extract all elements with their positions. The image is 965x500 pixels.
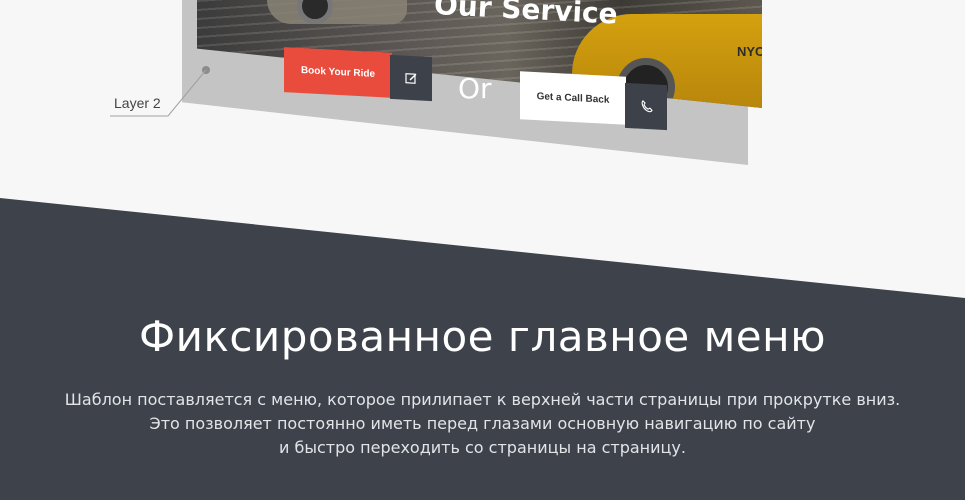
phone-icon[interactable] — [625, 82, 667, 131]
section-description: Шаблон поставляется с меню, которое прил… — [0, 388, 965, 460]
edit-icon[interactable] — [390, 54, 432, 102]
hero-title: Our Service — [433, 0, 619, 31]
layer-marker-dot — [202, 66, 210, 74]
layered-mockup: NYC Our Service Book Your Ride Or Get a … — [182, 0, 762, 165]
taxi-plate-text: NYC — [737, 44, 765, 59]
car-image — [267, 0, 407, 24]
description-line: Это позволяет постоянно иметь перед глаз… — [149, 414, 816, 433]
section-title: Фиксированное главное меню — [139, 312, 826, 361]
book-ride-button[interactable]: Book Your Ride — [284, 47, 392, 98]
or-separator: Or — [458, 72, 492, 105]
call-back-button[interactable]: Get a Call Back — [520, 71, 626, 125]
description-line: и быстро переходить со страницы на стран… — [279, 438, 686, 457]
description-line: Шаблон поставляется с меню, которое прил… — [64, 390, 901, 409]
layer-label: Layer 2 — [114, 95, 161, 111]
